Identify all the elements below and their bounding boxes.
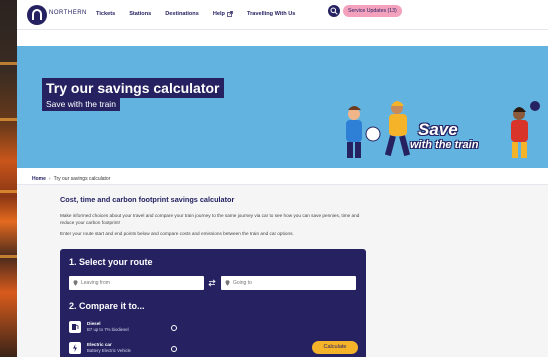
option-diesel[interactable]: Diesel B7 up to 7% biodiesel	[69, 321, 129, 333]
location-pin-icon	[73, 280, 78, 286]
nav-item-travelling-with-us[interactable]: Travelling With Us	[247, 11, 295, 17]
fuel-pump-icon	[69, 321, 81, 333]
option-name: Diesel	[87, 321, 101, 326]
going-to-placeholder: Going to	[233, 280, 252, 286]
electric-car-radio[interactable]	[171, 346, 177, 352]
swap-direction-icon[interactable]	[208, 279, 216, 287]
electric-plug-icon	[69, 342, 81, 354]
badge-save-text: Save	[418, 120, 458, 139]
breadcrumb-current: Try our savings calculator	[53, 176, 111, 182]
search-icon	[330, 7, 338, 15]
nav-item-label: Travelling With Us	[246, 11, 296, 17]
calculate-button[interactable]: Calculate	[312, 341, 358, 354]
leaving-from-placeholder: Leaving from	[81, 280, 110, 286]
nav-item-label: Destinations	[165, 11, 199, 17]
northern-logo[interactable]	[27, 5, 47, 25]
option-text: Electric car Battery Electric Vehicle	[87, 342, 131, 353]
brand-name: NORTHERN	[49, 10, 87, 16]
intro-text: Make informed choices about your travel …	[60, 213, 360, 225]
nav-item-label: Tickets	[96, 11, 116, 17]
option-description: B7 up to 7% biodiesel	[87, 327, 129, 332]
page: NORTHERN Tickets Stations Destinations H…	[17, 0, 548, 357]
nav-item-destinations[interactable]: Destinations	[165, 11, 199, 17]
service-updates-button[interactable]: Service Updates (13)	[343, 5, 402, 17]
main-content: Cost, time and carbon footprint savings …	[17, 185, 548, 357]
northern-logo-icon	[32, 9, 42, 20]
nav-item-stations[interactable]: Stations	[129, 11, 151, 17]
hero-banner: Try our savings calculator Save with the…	[17, 46, 548, 215]
main-nav: Tickets Stations Destinations Help Trave…	[96, 11, 309, 17]
option-text: Diesel B7 up to 7% biodiesel	[87, 321, 129, 332]
nav-item-help[interactable]: Help	[213, 11, 233, 17]
diesel-radio[interactable]	[171, 325, 177, 331]
option-name: Electric car	[87, 342, 112, 347]
nav-item-tickets[interactable]: Tickets	[96, 11, 115, 17]
leaving-from-input[interactable]: Leaving from	[69, 276, 204, 290]
nav-item-label: Help	[212, 11, 225, 17]
save-with-train-badge: Save with the train	[410, 120, 510, 162]
nav-item-label: Stations	[129, 11, 152, 17]
location-pin-icon	[225, 280, 230, 286]
breadcrumb-separator: ›	[48, 176, 51, 182]
option-electric-car[interactable]: Electric car Battery Electric Vehicle	[69, 342, 131, 354]
page-title: Cost, time and carbon footprint savings …	[60, 195, 235, 204]
search-button[interactable]	[328, 5, 340, 17]
instructions-text: Enter your route start and end points be…	[60, 231, 294, 236]
breadcrumb: Home › Try our savings calculator	[32, 176, 110, 182]
going-to-input[interactable]: Going to	[221, 276, 356, 290]
option-description: Battery Electric Vehicle	[87, 348, 131, 353]
external-link-icon	[227, 11, 233, 17]
hero-subtitle: Save with the train	[42, 97, 120, 111]
compare-heading: 2. Compare it to...	[69, 301, 145, 311]
breadcrumb-home-link[interactable]: Home	[32, 176, 46, 182]
select-route-heading: 1. Select your route	[69, 257, 153, 267]
site-header: NORTHERN Tickets Stations Destinations H…	[17, 0, 548, 30]
background-photo	[0, 0, 17, 357]
savings-calculator-form: 1. Select your route Leaving from Going …	[60, 249, 366, 357]
badge-train-text: with the train	[410, 139, 479, 151]
hero-title: Try our savings calculator	[42, 78, 224, 98]
